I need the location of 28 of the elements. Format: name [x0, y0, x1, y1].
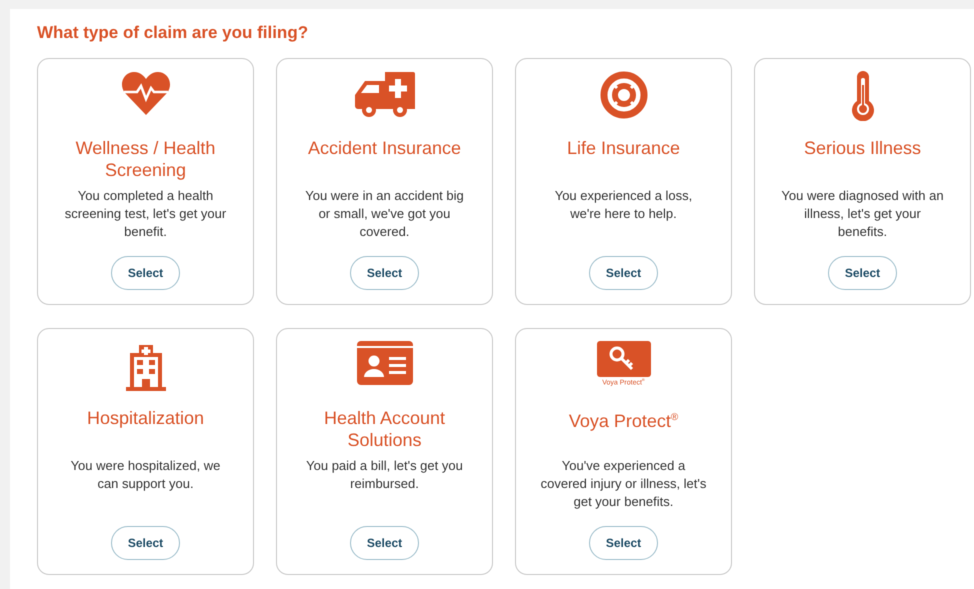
card-description: You've experienced a covered injury or illness, let's get your benefits.	[540, 457, 706, 511]
key-logo-icon	[596, 341, 650, 377]
card-title: Voya Protect$^{®}$	[568, 411, 678, 431]
ambulance-icon	[354, 71, 416, 119]
card-title: Life Insurance	[566, 138, 680, 158]
heart-pulse-icon	[120, 71, 170, 117]
card-description: You completed a health screening test, let's get your benefit.	[64, 187, 228, 241]
select-button[interactable]: Select	[111, 256, 180, 290]
select-button[interactable]: Select	[111, 526, 180, 560]
card-description: You were diagnosed with an illness, let's get your benefits.	[780, 187, 945, 241]
select-button[interactable]: Select	[589, 526, 658, 560]
card-description: You were in an accident big or small, we've got you covered.	[304, 187, 465, 241]
card-title: Accident Insurance	[308, 138, 462, 158]
select-button[interactable]: Select	[828, 256, 897, 290]
select-button[interactable]: Select	[589, 256, 658, 290]
card-description: You paid a bill, let's get you reimbursed.	[305, 457, 464, 493]
card-title: Serious Illness	[804, 138, 922, 158]
select-button[interactable]: Select	[350, 256, 419, 290]
page-heading: What type of claim are you filing?	[37, 23, 310, 43]
lifebuoy-icon	[600, 71, 648, 119]
card-title: Wellness / Health Screening	[76, 138, 216, 180]
select-button[interactable]: Select	[350, 526, 419, 560]
card-title: Hospitalization	[86, 408, 204, 428]
card-description: You were hospitalized, we can support you.	[70, 457, 222, 493]
id-card-icon	[356, 341, 412, 385]
thermometer-icon	[850, 71, 876, 121]
card-description: You experienced a loss, we're here to help.	[554, 187, 694, 223]
card-title: Health Account Solutions	[324, 408, 446, 450]
